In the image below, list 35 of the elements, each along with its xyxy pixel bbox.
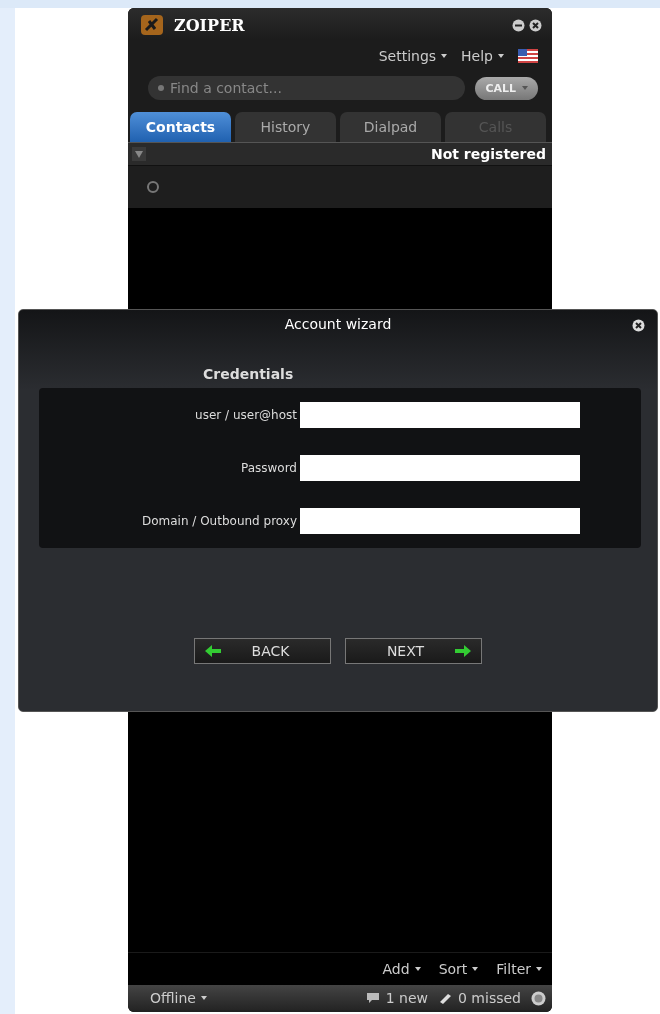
collapse-icon[interactable] <box>132 147 146 161</box>
back-button[interactable]: BACK <box>194 638 331 664</box>
window-title: ZOIPER <box>174 15 245 35</box>
tab[interactable]: Contacts <box>130 112 231 142</box>
dialog-title: Account wizard <box>284 316 392 334</box>
search-field[interactable]: Find a contact... <box>148 76 466 100</box>
section-title: Credentials <box>203 366 295 382</box>
field-label: user / user@host <box>194 408 297 422</box>
close-icon[interactable] <box>529 18 542 32</box>
left-arrow-icon <box>205 645 221 657</box>
toolbar-menu[interactable]: Sort <box>438 961 479 977</box>
right-arrow-icon <box>455 645 471 657</box>
presence-menu[interactable]: Offline <box>150 990 207 1006</box>
field-label: Domain / Outbound proxy <box>140 514 297 528</box>
tab[interactable]: Dialpad <box>340 112 441 142</box>
field-label: Password <box>239 461 297 475</box>
new-messages[interactable]: 1 new <box>385 990 428 1006</box>
input-field[interactable] <box>300 455 580 481</box>
input-field[interactable] <box>300 402 580 428</box>
next-button[interactable]: NEXT <box>345 638 482 664</box>
toolbar-menu[interactable]: Filter <box>496 961 542 977</box>
logo-icon <box>140 14 164 36</box>
missed-calls[interactable]: 0 missed <box>458 990 521 1006</box>
registration-status: Not registered <box>430 146 546 162</box>
close-icon[interactable] <box>632 319 645 332</box>
menu-item[interactable]: Settings <box>378 48 448 64</box>
input-field[interactable] <box>300 508 580 534</box>
minimize-icon[interactable] <box>512 18 525 32</box>
tab[interactable]: History <box>235 112 336 142</box>
status-icon[interactable] <box>531 990 546 1006</box>
search-icon <box>157 84 165 92</box>
chat-bubble-icon <box>365 992 380 1004</box>
menu-item[interactable]: Help <box>461 48 504 64</box>
flag-icon[interactable] <box>518 49 538 63</box>
toolbar-menu[interactable]: Add <box>382 961 421 977</box>
